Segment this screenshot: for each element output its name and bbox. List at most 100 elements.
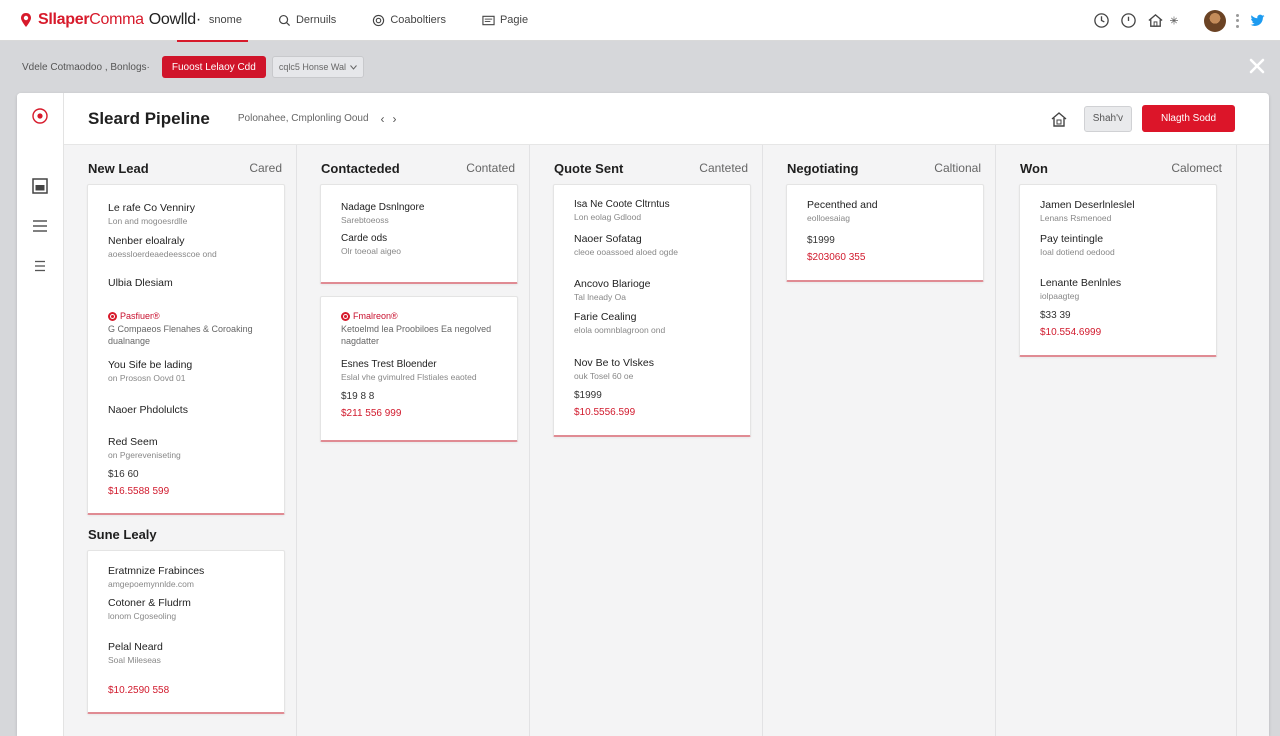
home-icon[interactable]: [1147, 12, 1164, 29]
entry-sub: dualnange: [108, 336, 151, 346]
deal-total: $10.554.6999: [1040, 327, 1102, 338]
nav-item-collaborators[interactable]: Coaboltiers: [366, 0, 452, 41]
user-avatar[interactable]: [1204, 9, 1226, 32]
clock-icon[interactable]: [1093, 12, 1110, 29]
search-icon: [278, 14, 290, 26]
entry-sub: Eslal vhe gvimulred Flstiales eaoted: [341, 372, 477, 382]
deal-card[interactable]: Jamen Deserlnleslel Lenans Rsmenoed Pay …: [1019, 184, 1217, 357]
entry-name: Carde ods: [341, 233, 388, 244]
record-icon[interactable]: [31, 107, 49, 125]
deal-total: $211 556 999: [341, 408, 402, 419]
list-item: Eratmnize Frabinces amgepoemynnlde.com: [108, 565, 204, 589]
entry-name: Ancovo Blarioge: [574, 278, 651, 290]
entry-name: Jamen Deserlnleslel: [1040, 199, 1135, 211]
entry-sub: on Prososn Oovd 01: [108, 373, 186, 383]
list-item: Pecenthed and eolloesaiag: [807, 199, 878, 223]
brand-name-light: Comma: [89, 11, 144, 28]
menu-icon[interactable]: [31, 257, 49, 275]
nav-item-home[interactable]: snome: [176, 0, 248, 42]
deal-total: $10.2590 558: [108, 685, 170, 696]
entry-sub: nagdatter: [341, 336, 380, 346]
deal-card[interactable]: Fmalreon® Ketoelmd lea Proobiloes Ea neg…: [320, 296, 518, 442]
column-count: Contated: [466, 161, 515, 175]
list-item: Carde ods Olr toeoal aigeo: [341, 233, 401, 256]
primary-action-button[interactable]: Fuoost Lelaoy Cdd: [161, 56, 266, 78]
entry-sub: ouk Tosel 60 oe: [574, 371, 634, 381]
column-new-lead: New Lead Cared Le rafe Co Venniry Lon an…: [64, 145, 297, 736]
next-button[interactable]: ›: [393, 112, 397, 126]
deal-card[interactable]: Pecenthed and eolloesaiag $1999 $203060 …: [786, 184, 984, 282]
deal-total: $16.5588 599: [108, 486, 170, 497]
deal-card[interactable]: Nadage Dsnlngore Sarebtoeoss Carde ods O…: [320, 184, 518, 284]
nav-item-details[interactable]: Dernuils: [272, 0, 342, 41]
filter-button[interactable]: Shah'v: [1083, 105, 1132, 132]
list-item: Ulbia Dlesiam: [108, 277, 173, 289]
entry-name: Nov Be to Vlskes: [574, 357, 654, 369]
entry-name: Naoer Sofatag: [574, 233, 642, 245]
page-icon: [482, 15, 495, 25]
group-title: Sune Lealy: [88, 527, 157, 542]
board-icon[interactable]: [31, 177, 49, 195]
history-icon[interactable]: [1120, 12, 1137, 29]
pager: ‹ ›: [381, 112, 397, 126]
column-count: Calomect: [1171, 161, 1222, 175]
prev-button[interactable]: ‹: [381, 112, 385, 126]
entry-sub: G Compaeos Flenahes & Coroaking: [108, 324, 253, 334]
deal-card[interactable]: Isa Ne Coote Cltrntus Lon eolag Gdlood N…: [553, 184, 751, 437]
entry-sub: Lon and mogoesrdlle: [108, 216, 188, 226]
flag-label: Pasfiuer®: [120, 311, 160, 321]
column-won: Won Calomect Jamen Deserlnleslel Lenans …: [996, 145, 1237, 736]
list-item: Pay teintingle Ioal dotiend oedood: [1040, 233, 1115, 257]
entry-name: Red Seem: [108, 436, 158, 448]
list-item: Pelal Neard Soal Mileseas: [108, 641, 163, 665]
entry-sub: Olr toeoal aigeo: [341, 246, 402, 256]
column-title: New Lead: [88, 161, 149, 176]
entry-name: Isa Ne Coote Cltrntus: [574, 199, 670, 210]
column-title: Won: [1020, 161, 1048, 176]
brand-logo[interactable]: Sllaper Comma Oowlld·: [18, 0, 201, 41]
more-icon[interactable]: [1236, 13, 1239, 28]
flag-badge: Pasfiuer®: [108, 311, 253, 321]
entry-name: Naoer Phdolulcts: [108, 404, 188, 416]
deal-card[interactable]: Le rafe Co Venniry Lon and mogoesrdlle N…: [87, 184, 285, 515]
deal-total: $203060 355: [807, 252, 866, 263]
view-dropdown[interactable]: cqlc5 Honse Wal: [271, 56, 365, 78]
column-title: Negotiating: [787, 161, 859, 176]
nav-label: Pagie: [499, 14, 529, 26]
nav-label: snome: [208, 14, 242, 26]
nav-label: Dernuils: [295, 14, 337, 26]
deal-amount: $33 39: [1040, 310, 1071, 321]
close-icon[interactable]: [1248, 57, 1266, 75]
new-deal-button[interactable]: Nlagth Sodd: [1142, 105, 1235, 132]
list-item: Naoer Phdolulcts: [108, 404, 188, 416]
entry-sub: Soal Mileseas: [108, 655, 161, 665]
list-item: Fmalreon® Ketoelmd lea Proobiloes Ea neg…: [341, 311, 491, 346]
lock-home-icon[interactable]: [1050, 110, 1068, 128]
list-item: Isa Ne Coote Cltrntus Lon eolag Gdlood: [574, 199, 670, 222]
entry-sub: Ketoelmd lea Proobiloes Ea negolved: [341, 324, 492, 334]
entry-name: Pecenthed and: [807, 199, 878, 211]
flag-label: Fmalreon®: [353, 311, 398, 321]
entry-name: Nenber eloalraly: [108, 235, 185, 247]
chevron-down-icon: [350, 64, 357, 70]
sparkle-icon[interactable]: [1168, 12, 1180, 29]
deal-amount: $19 8 8: [341, 391, 375, 402]
breadcrumb[interactable]: Vdele Cotmaodoo , Bonlogs·: [22, 62, 150, 73]
nav-item-page[interactable]: Pagie: [476, 0, 534, 41]
list-item: You Sife be lading on Prososn Oovd 01: [108, 359, 192, 383]
twitter-icon[interactable]: [1249, 12, 1266, 29]
column-header: Quote Sent Canteted: [530, 161, 762, 177]
entry-sub: Ioal dotiend oedood: [1040, 247, 1115, 257]
deal-card[interactable]: Eratmnize Frabinces amgepoemynnlde.com C…: [87, 550, 285, 714]
header-actions: Shah'v Nlagth Sodd: [1050, 105, 1235, 132]
list-icon[interactable]: [31, 217, 49, 235]
entry-sub: Sarebtoeoss: [341, 215, 389, 225]
flag-icon: [108, 311, 117, 321]
deal-amount: $1999: [807, 235, 835, 246]
flag-badge: Fmalreon®: [341, 311, 491, 321]
page-subtitle: Polonahee, Cmplonling Ooud: [237, 113, 369, 124]
list-item: Naoer Sofatag cleoe ooassoed aloed ogde: [574, 233, 678, 257]
pipeline-panel: Sleard Pipeline Polonahee, Cmplonling Oo…: [17, 93, 1269, 736]
top-navbar: Sllaper Comma Oowlld· snome Dernuils Coa…: [0, 0, 1280, 42]
pipeline-header: Sleard Pipeline Polonahee, Cmplonling Oo…: [64, 93, 1269, 145]
